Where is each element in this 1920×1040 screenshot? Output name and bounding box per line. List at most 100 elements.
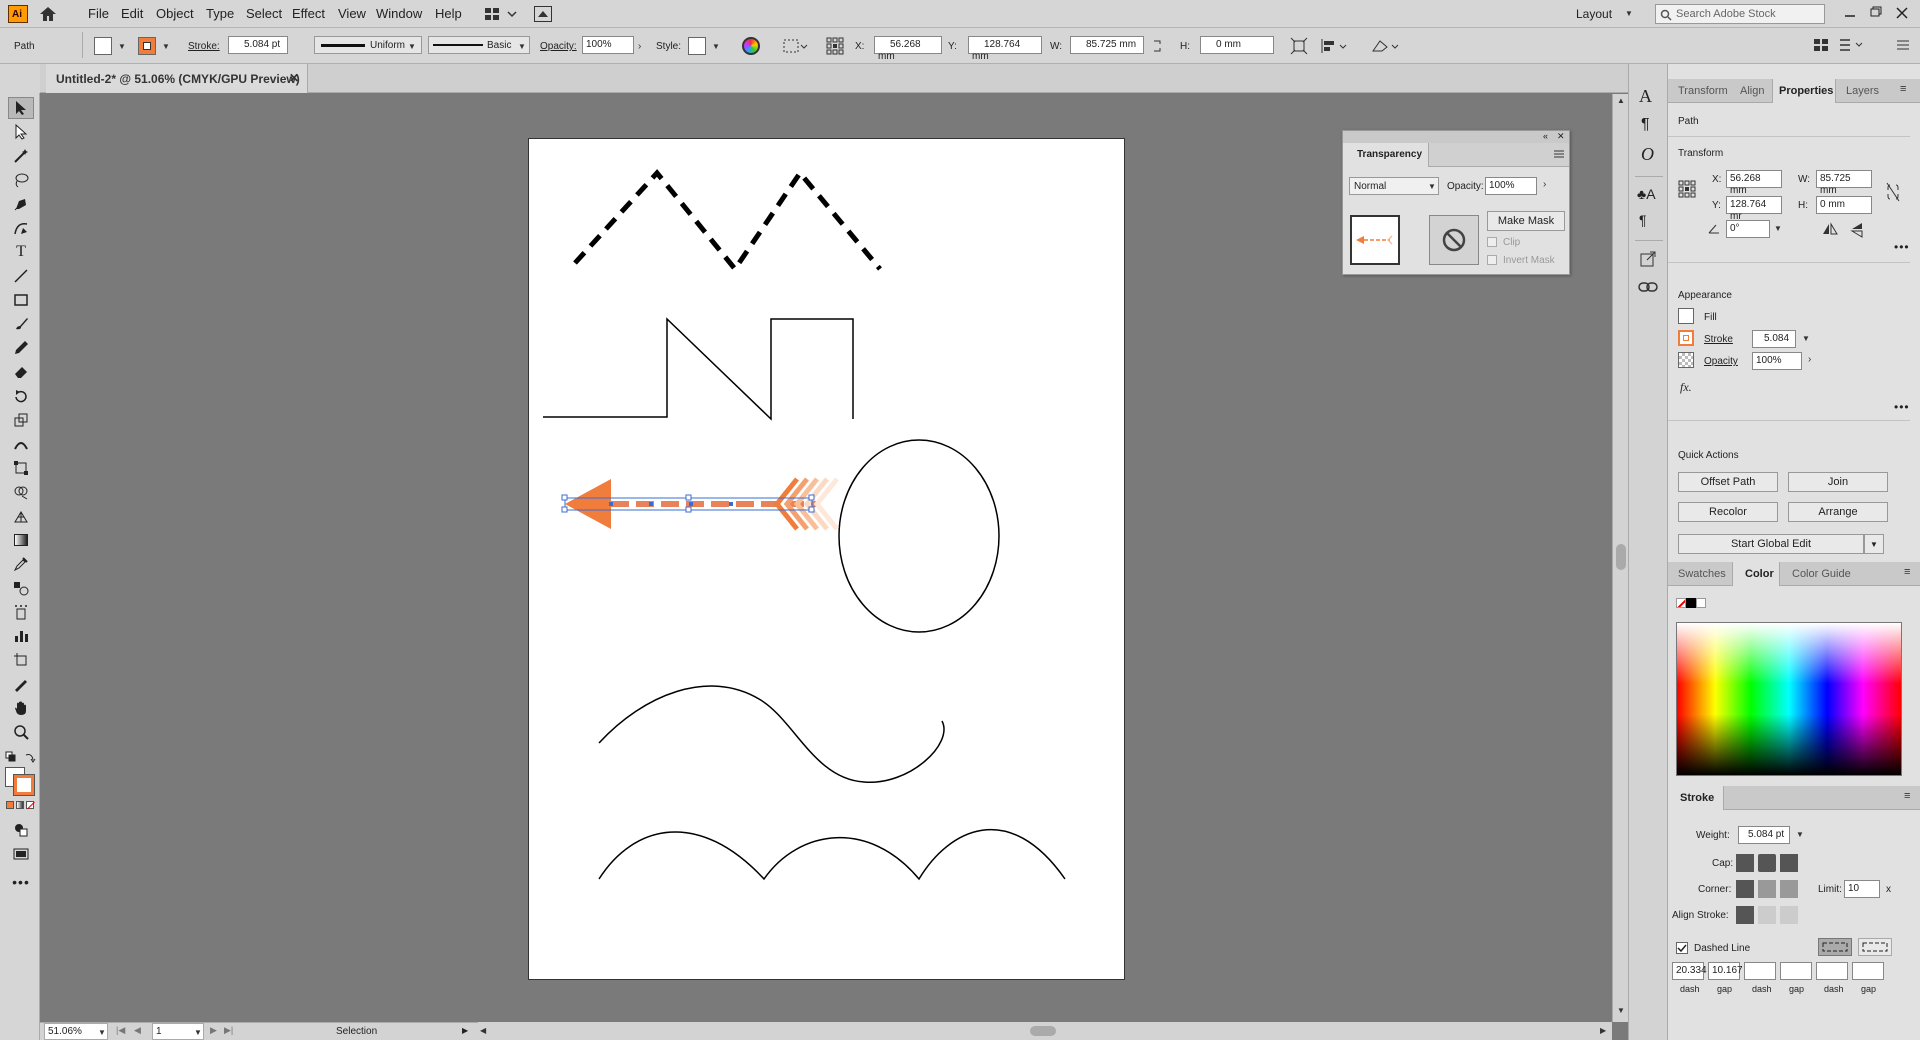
menu-window[interactable]: Window xyxy=(376,6,422,21)
tab-transform[interactable]: Transform xyxy=(1678,85,1728,97)
menu-edit[interactable]: Edit xyxy=(121,6,143,21)
dash-1-field[interactable]: 20.334 xyxy=(1672,962,1707,980)
style-chevron-icon[interactable]: ▼ xyxy=(712,42,720,51)
artboard[interactable] xyxy=(528,138,1125,980)
x-position-field[interactable]: 56.268 mm xyxy=(874,36,942,62)
recolor-button[interactable]: Recolor xyxy=(1678,502,1778,522)
swap-fill-stroke-icon[interactable] xyxy=(24,751,36,763)
previous-artboard-icon[interactable]: ◀ xyxy=(134,1025,141,1036)
tab-layers[interactable]: Layers xyxy=(1846,85,1879,97)
miter-limit-field[interactable]: 10 xyxy=(1844,880,1880,898)
transform-reference-point-icon[interactable] xyxy=(1678,180,1696,198)
search-stock-input[interactable]: Search Adobe Stock xyxy=(1655,4,1825,24)
gradient-mode-icon[interactable] xyxy=(16,801,24,809)
dashed-line-checkbox[interactable] xyxy=(1676,942,1688,954)
scallop-curve-path[interactable] xyxy=(598,828,1066,881)
menu-object[interactable]: Object xyxy=(156,6,194,21)
draw-mode-icon[interactable] xyxy=(8,819,34,841)
transform-icon[interactable] xyxy=(1290,37,1308,55)
stroke-menu-icon[interactable]: ≡ xyxy=(1904,790,1910,802)
artboard-tool-icon[interactable] xyxy=(8,649,34,671)
transform-x-field[interactable]: 56.268 mm xyxy=(1726,170,1782,196)
butt-cap-button[interactable] xyxy=(1736,854,1754,872)
properties-menu-icon[interactable]: ≡ xyxy=(1900,83,1906,95)
status-menu-icon[interactable]: ▶ xyxy=(462,1026,468,1035)
layout-menu[interactable]: Layout xyxy=(1576,7,1612,21)
appearance-stroke-weight-field[interactable]: 5.084 xyxy=(1752,330,1796,348)
align-stroke-center-button[interactable] xyxy=(1736,906,1754,924)
appearance-stroke-chevron-icon[interactable]: ▼ xyxy=(1802,334,1810,343)
lasso-tool-icon[interactable] xyxy=(8,169,34,191)
collapse-panel-icon[interactable]: « xyxy=(1543,131,1548,141)
brush-chevron-icon[interactable]: ▼ xyxy=(518,42,526,51)
dash-2-field[interactable] xyxy=(1744,962,1776,980)
column-graph-tool-icon[interactable] xyxy=(8,625,34,647)
black-color-swatch[interactable] xyxy=(1686,598,1696,608)
oval-path[interactable] xyxy=(838,439,1000,633)
curvature-tool-icon[interactable] xyxy=(8,217,34,239)
arrange-button[interactable]: Arrange xyxy=(1788,502,1888,522)
opacity-arrow-icon[interactable]: › xyxy=(638,41,641,52)
menu-type[interactable]: Type xyxy=(206,6,234,21)
layout-chevron-icon[interactable]: ▼ xyxy=(1625,9,1633,18)
line-segment-tool-icon[interactable] xyxy=(8,265,34,287)
close-tab-icon[interactable]: ✕ xyxy=(289,71,299,85)
workspace-switcher-icon[interactable] xyxy=(484,6,520,22)
menu-view[interactable]: View xyxy=(338,6,366,21)
tab-properties[interactable]: Properties xyxy=(1772,79,1836,103)
vertical-scrollbar[interactable]: ▲ ▼ xyxy=(1612,94,1628,1022)
appearance-opacity-arrow-icon[interactable]: › xyxy=(1808,354,1811,365)
transparency-opacity-field[interactable]: 100% xyxy=(1485,177,1537,195)
symbol-sprayer-tool-icon[interactable] xyxy=(8,601,34,623)
panel-scrollbar[interactable] xyxy=(1910,104,1919,624)
pencil-tool-icon[interactable] xyxy=(8,337,34,359)
warp-tool-icon[interactable] xyxy=(8,433,34,455)
tab-color[interactable]: Color xyxy=(1732,562,1780,586)
flip-vertical-icon[interactable] xyxy=(1850,222,1864,238)
rotate-angle-chevron-icon[interactable]: ▼ xyxy=(1774,224,1782,233)
color-mode-icon[interactable] xyxy=(6,801,14,809)
align-stroke-outside-button[interactable] xyxy=(1780,906,1798,924)
miter-join-button[interactable] xyxy=(1736,880,1754,898)
document-tab[interactable]: Untitled-2* @ 51.06% (CMYK/GPU Preview) … xyxy=(46,64,308,93)
last-artboard-icon[interactable]: ▶| xyxy=(224,1025,233,1036)
projecting-cap-button[interactable] xyxy=(1780,854,1798,872)
selection-tool-icon[interactable] xyxy=(8,97,34,119)
rotate-tool-icon[interactable] xyxy=(8,385,34,407)
object-thumbnail[interactable] xyxy=(1350,215,1400,265)
isolate-object-icon[interactable] xyxy=(1370,37,1400,55)
brush-definition-dropdown[interactable]: Basic xyxy=(428,36,530,54)
variable-width-profile-dropdown[interactable]: Uniform xyxy=(314,36,422,54)
zoom-tool-icon[interactable] xyxy=(8,721,34,743)
transform-y-field[interactable]: 128.764 mr xyxy=(1726,196,1782,222)
tabs-panel-icon[interactable]: ¶ xyxy=(1639,212,1647,228)
gap-1-field[interactable]: 10.167 xyxy=(1708,962,1743,980)
appearance-stroke-label[interactable]: Stroke xyxy=(1704,334,1733,345)
export-asset-icon[interactable] xyxy=(1639,250,1657,268)
constrain-width-height-icon[interactable] xyxy=(1886,182,1900,202)
shape-builder-tool-icon[interactable] xyxy=(8,481,34,503)
preserve-dash-button[interactable] xyxy=(1818,938,1852,956)
links-panel-icon[interactable] xyxy=(1638,280,1658,294)
tab-swatches[interactable]: Swatches xyxy=(1678,568,1726,580)
color-menu-icon[interactable]: ≡ xyxy=(1904,566,1910,578)
edit-toolbar-icon[interactable] xyxy=(1838,37,1868,53)
panel-menu-icon[interactable] xyxy=(1896,37,1910,53)
slice-tool-icon[interactable] xyxy=(8,673,34,695)
gpu-performance-icon[interactable] xyxy=(534,6,552,22)
wave-curve-path[interactable] xyxy=(598,685,945,783)
align-options-icon[interactable] xyxy=(1320,37,1348,55)
tab-color-guide[interactable]: Color Guide xyxy=(1792,568,1851,580)
eraser-tool-icon[interactable] xyxy=(8,361,34,383)
stroke-swatch[interactable] xyxy=(138,37,156,55)
transform-h-field[interactable]: 0 mm xyxy=(1816,196,1872,214)
dash-3-field[interactable] xyxy=(1816,962,1848,980)
reference-point-icon[interactable] xyxy=(826,37,844,55)
mask-thumbnail[interactable] xyxy=(1429,215,1479,265)
transparency-tab[interactable]: Transparency xyxy=(1343,143,1429,167)
first-artboard-icon[interactable]: |◀ xyxy=(116,1025,125,1036)
arrow-path[interactable] xyxy=(565,477,839,531)
graphic-style-swatch[interactable] xyxy=(688,37,706,55)
appearance-opacity-icon[interactable] xyxy=(1678,352,1694,368)
zoom-chevron-icon[interactable]: ▼ xyxy=(98,1028,106,1037)
